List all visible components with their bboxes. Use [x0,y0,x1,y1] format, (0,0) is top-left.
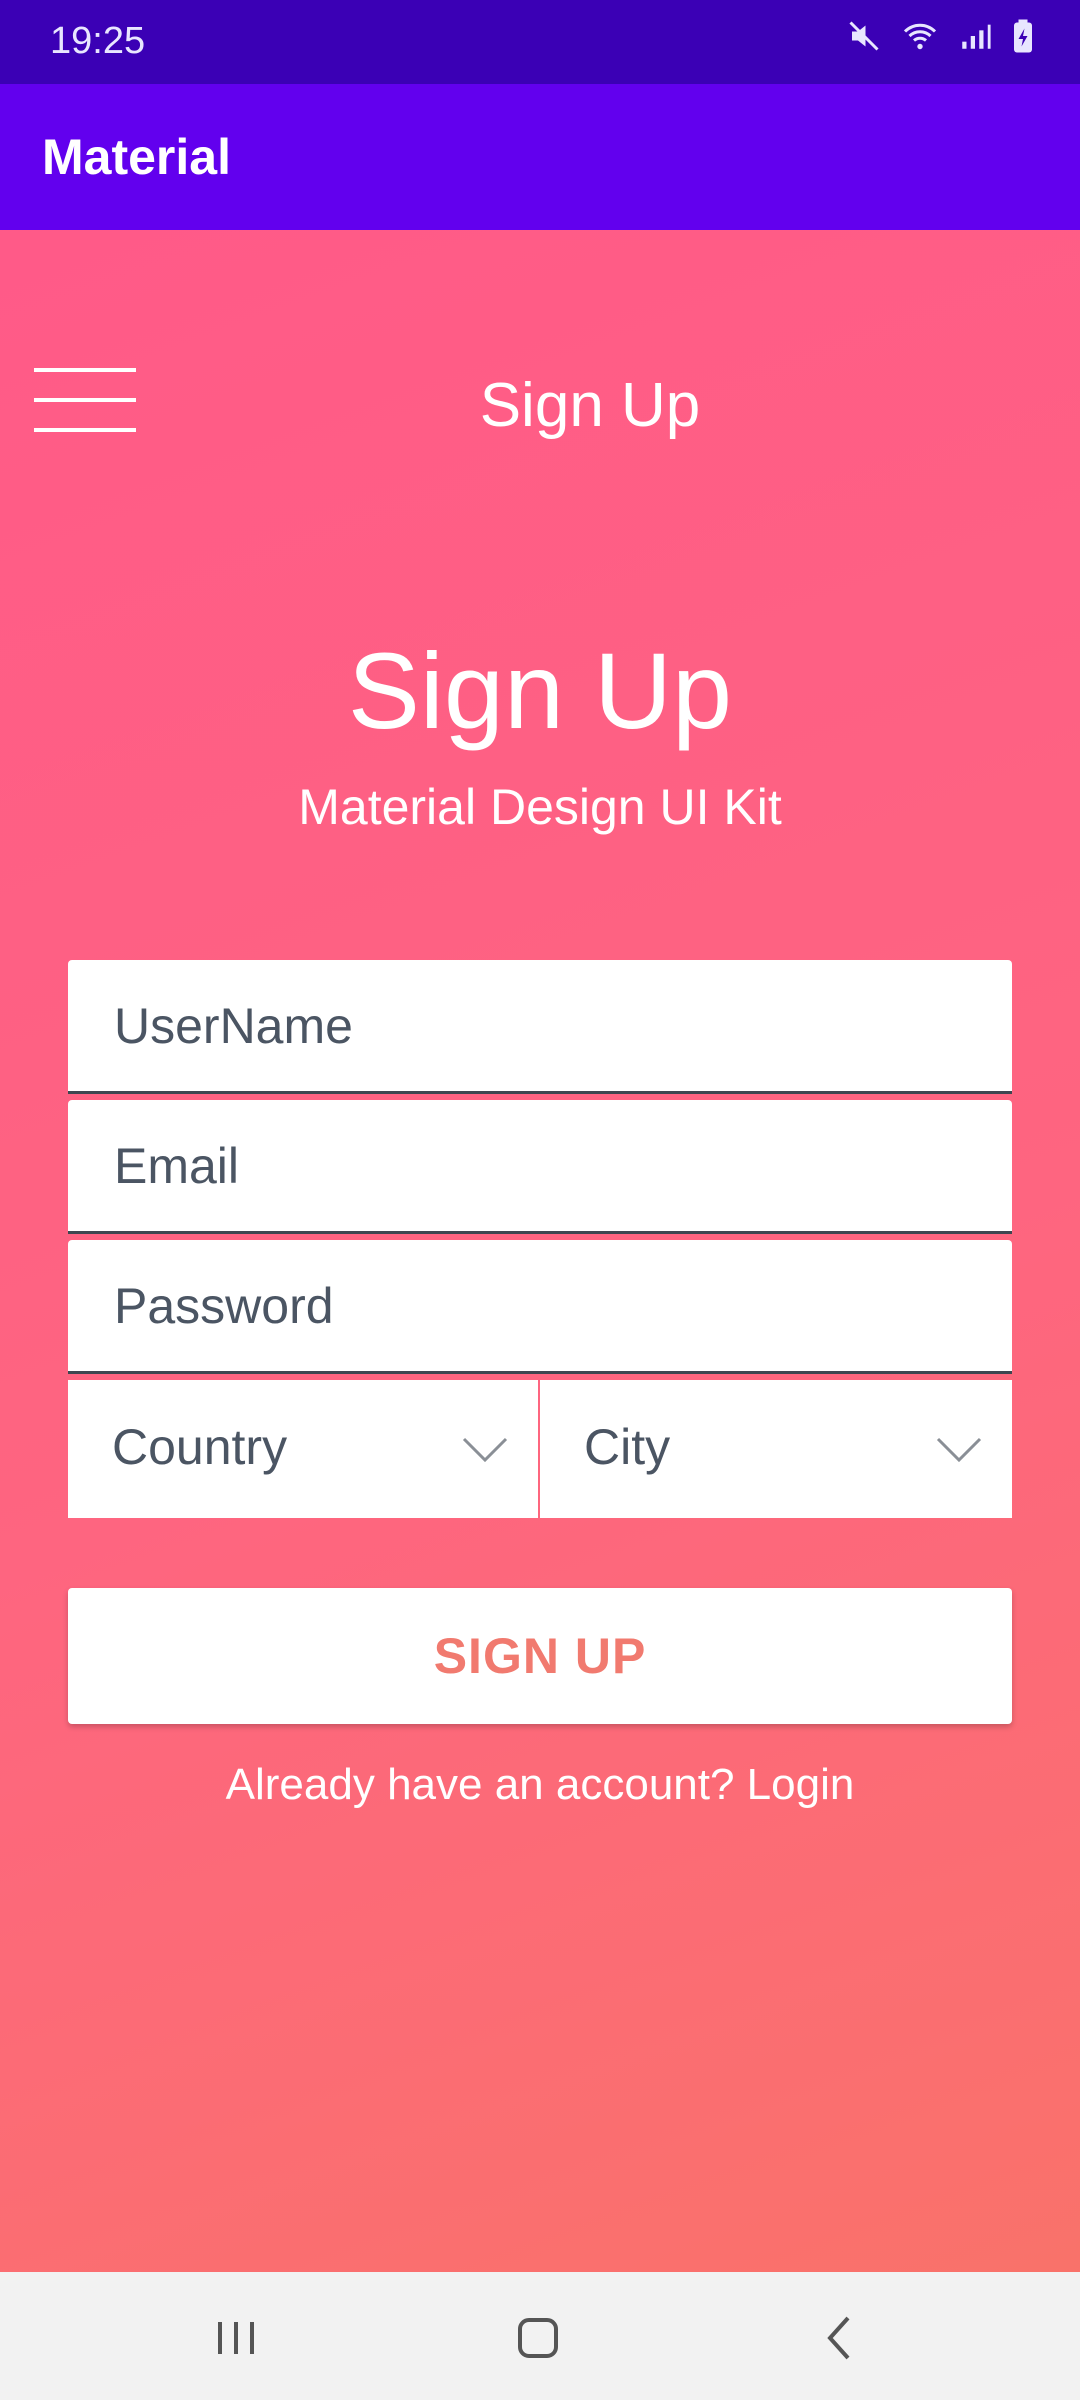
status-time: 19:25 [50,20,146,62]
system-nav-bar [0,2272,1080,2400]
status-bar: 19:25 [0,0,1080,84]
signup-button[interactable]: SIGN UP [68,1588,1012,1724]
wifi-icon [900,18,940,54]
page-subtitle: Material Design UI Kit [298,779,782,835]
recents-icon[interactable] [206,2308,266,2368]
battery-icon [1010,18,1036,54]
chevron-down-icon [462,1437,508,1463]
app-title: Material [42,129,231,185]
city-select[interactable]: City [540,1380,1012,1518]
email-field [68,1100,1012,1234]
signup-screen: Sign Up Sign Up Material Design UI Kit C… [0,230,1080,2272]
country-select-value: Country [112,1419,288,1475]
page-title: Sign Up [347,630,733,751]
back-icon[interactable] [810,2308,870,2368]
login-link[interactable]: Already have an account? Login [0,1760,1080,1810]
chevron-down-icon [936,1437,982,1463]
toolbar-title: Sign Up [479,371,701,440]
password-input[interactable] [112,1240,976,1372]
username-input[interactable] [112,960,976,1092]
country-select[interactable]: Country [68,1380,538,1518]
email-input[interactable] [112,1100,976,1232]
mute-icon [846,18,882,54]
status-icons [846,18,1036,54]
home-icon[interactable] [508,2308,568,2368]
username-field [68,960,1012,1094]
signal-icon [958,18,992,54]
app-bar: Material [0,84,1080,230]
password-field [68,1240,1012,1374]
city-select-value: City [584,1419,671,1475]
